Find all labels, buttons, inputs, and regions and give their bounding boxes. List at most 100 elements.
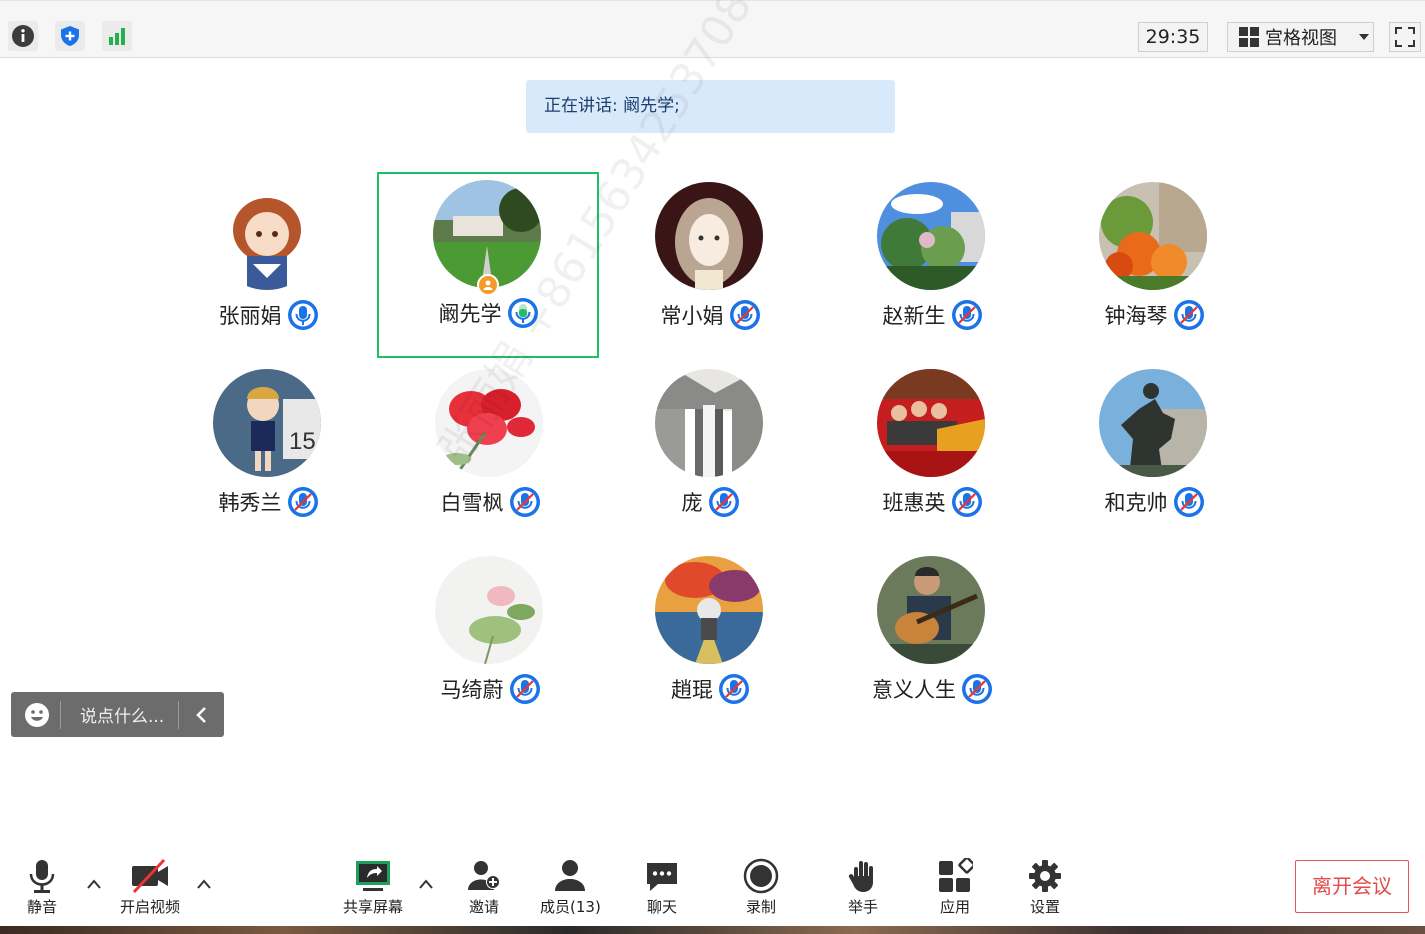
- chevron-left-icon[interactable]: [192, 705, 212, 725]
- participant-name: 张丽娟: [218, 304, 282, 328]
- speaking-banner: 正在讲话: 阚先学;: [526, 80, 895, 133]
- participant-tile[interactable]: 班惠英: [821, 361, 1043, 547]
- divider: [178, 700, 180, 729]
- participant-tile[interactable]: 庞: [599, 361, 821, 547]
- participant-tile[interactable]: 意义人生: [821, 548, 1043, 734]
- chat-label: 聊天: [646, 898, 677, 916]
- microphone-muted-icon: [708, 487, 739, 517]
- participant-name: 钟海琴: [1104, 304, 1168, 328]
- record-label: 录制: [745, 898, 776, 916]
- invite-label: 邀请: [468, 898, 499, 916]
- participant-name: 阚先学: [438, 302, 502, 326]
- microphone-muted-icon: [729, 300, 760, 330]
- members-icon: [555, 860, 586, 891]
- top-bar: 29:35 宫格视图: [0, 0, 1425, 58]
- record-icon: [743, 858, 779, 894]
- participant-name: 赵新生: [882, 304, 946, 328]
- members-button[interactable]: 成员(13): [540, 858, 601, 917]
- avatar: [213, 182, 321, 290]
- security-shield-icon[interactable]: [55, 21, 85, 51]
- mute-button[interactable]: 静音: [25, 858, 59, 917]
- chevron-up-icon[interactable]: [418, 878, 434, 890]
- raise-hand-button[interactable]: 举手: [845, 858, 881, 917]
- chevron-up-icon[interactable]: [86, 878, 102, 890]
- raise-hand-label: 举手: [847, 898, 878, 916]
- microphone-icon: [287, 300, 318, 330]
- fullscreen-icon: [1395, 27, 1415, 47]
- chevron-up-icon[interactable]: [196, 878, 212, 890]
- invite-button[interactable]: 邀请: [466, 858, 502, 917]
- chat-button[interactable]: 聊天: [644, 858, 680, 917]
- svg-text:15: 15: [289, 428, 316, 455]
- avatar: [435, 369, 543, 477]
- host-badge-icon: [477, 274, 499, 296]
- participant-tile[interactable]: 和克帅: [1043, 361, 1265, 547]
- gear-icon: [1029, 860, 1061, 892]
- microphone-muted-icon: [287, 487, 318, 517]
- avatar: [433, 180, 541, 288]
- microphone-muted-icon: [509, 674, 540, 704]
- start-video-label: 开启视频: [120, 898, 181, 916]
- avatar: [655, 369, 763, 477]
- participant-tile[interactable]: 白雪枫: [379, 361, 601, 547]
- participant-name: 韩秀兰: [218, 491, 282, 515]
- microphone-muted-icon: [719, 674, 749, 704]
- apps-icon: [939, 858, 973, 892]
- participant-name: 班惠英: [882, 491, 946, 515]
- microphone-muted-icon: [1173, 487, 1204, 517]
- microphone-muted-icon: [951, 300, 982, 330]
- chat-icon: [647, 863, 677, 891]
- background-strip: [0, 926, 1425, 934]
- view-mode-dropdown[interactable]: 宫格视图: [1227, 22, 1374, 52]
- mute-label: 静音: [26, 898, 57, 916]
- grid-view-icon: [1239, 27, 1259, 47]
- microphone-muted-icon: [1173, 300, 1204, 330]
- participant-name: 意义人生: [872, 678, 956, 702]
- fullscreen-button[interactable]: [1389, 22, 1421, 52]
- caret-down-icon: [1359, 34, 1369, 40]
- settings-button[interactable]: 设置: [1027, 858, 1063, 917]
- meeting-toolbar: 静音 开启视频 共享屏幕 邀请 成员(13) 聊天 录制 举手 应用 设置: [0, 850, 1425, 934]
- participant-name: 和克帅: [1104, 491, 1168, 515]
- members-label: 成员(13): [540, 898, 601, 916]
- avatar: [1099, 182, 1207, 290]
- microphone-muted-icon: [509, 487, 540, 517]
- participant-tile[interactable]: 15 韩秀兰: [157, 361, 379, 547]
- share-screen-icon: [356, 861, 390, 891]
- avatar: [877, 182, 985, 290]
- video-off-icon: [132, 858, 168, 894]
- add-user-icon: [468, 861, 500, 890]
- participant-tile[interactable]: 钟海琴: [1043, 174, 1265, 360]
- apps-button[interactable]: 应用: [937, 858, 973, 917]
- participant-tile[interactable]: 张丽娟: [157, 174, 379, 360]
- microphone-icon: [29, 860, 55, 893]
- avatar: [655, 556, 763, 664]
- participant-name: 趙琨: [671, 678, 713, 702]
- microphone-muted-icon: [951, 487, 982, 517]
- apps-label: 应用: [939, 898, 970, 916]
- participant-name: 马绮蔚: [440, 678, 504, 702]
- participant-name: 白雪枫: [440, 491, 504, 515]
- avatar: [877, 369, 985, 477]
- info-icon[interactable]: [8, 21, 38, 51]
- participant-tile[interactable]: 赵新生: [821, 174, 1043, 360]
- participant-tile-active-speaker[interactable]: 阚先学: [377, 172, 599, 358]
- share-screen-button[interactable]: 共享屏幕: [343, 858, 403, 917]
- leave-meeting-button[interactable]: 离开会议: [1295, 860, 1409, 913]
- participant-tile[interactable]: 常小娟: [599, 174, 821, 360]
- record-button[interactable]: 录制: [743, 858, 779, 917]
- participant-tile[interactable]: 趙琨: [599, 548, 821, 734]
- participant-name: 常小娟: [660, 304, 724, 328]
- avatar: 15: [213, 369, 321, 477]
- start-video-button[interactable]: 开启视频: [120, 858, 180, 917]
- avatar: [877, 556, 985, 664]
- avatar: [1099, 369, 1207, 477]
- participant-tile[interactable]: 马绮蔚: [379, 548, 601, 734]
- participant-name: 庞: [681, 491, 703, 515]
- raise-hand-icon: [848, 861, 873, 892]
- avatar: [435, 556, 543, 664]
- signal-strength-icon[interactable]: [102, 21, 132, 51]
- chat-input-placeholder[interactable]: 说点什么...: [61, 702, 178, 727]
- emoji-icon[interactable]: [24, 702, 50, 728]
- chat-input-bar[interactable]: 说点什么...: [11, 692, 224, 737]
